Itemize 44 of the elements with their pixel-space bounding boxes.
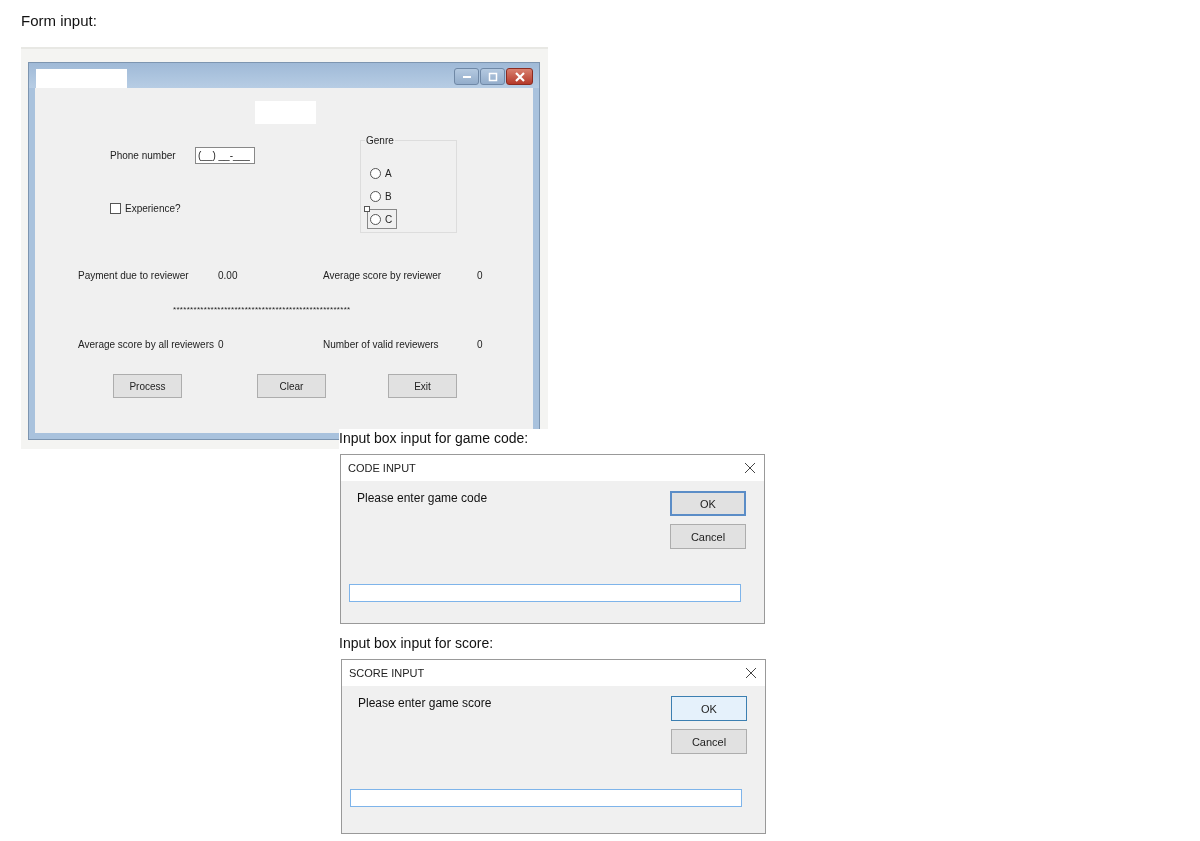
group-title: Genre <box>365 135 395 146</box>
close-icon[interactable] <box>744 462 756 474</box>
result-label: Average score by all reviewers <box>78 339 215 350</box>
result-label: Average score by reviewer <box>323 270 443 281</box>
radio-button[interactable] <box>370 191 381 202</box>
close-icon <box>514 71 525 82</box>
result-value: 0 <box>218 339 225 350</box>
form-button[interactable]: Process <box>113 374 182 398</box>
result-label: Payment due to reviewer <box>78 270 190 281</box>
ok-button[interactable]: OK <box>671 696 747 721</box>
dialog-prompt: Please enter game score <box>358 696 492 712</box>
close-button[interactable] <box>506 68 533 85</box>
dialog-title: CODE INPUT <box>348 462 416 474</box>
maximize-button[interactable] <box>480 68 505 85</box>
ok-button[interactable]: OK <box>670 491 746 516</box>
section-heading: Form input: <box>20 11 98 31</box>
close-icon[interactable] <box>745 667 757 679</box>
input-field[interactable] <box>349 584 741 602</box>
radio-label: C <box>385 214 393 225</box>
field-label: Phone number <box>110 150 177 161</box>
result-value: 0 <box>477 270 484 281</box>
dialog-title: SCORE INPUT <box>349 667 425 679</box>
radio-button[interactable] <box>370 168 381 179</box>
dialog-prompt: Please enter game code <box>357 491 488 507</box>
cancel-button[interactable]: Cancel <box>671 729 747 754</box>
checkbox[interactable] <box>110 203 121 214</box>
result-label: Number of valid reviewers <box>323 339 440 350</box>
form-button[interactable]: Clear <box>257 374 326 398</box>
form-button[interactable]: Exit <box>388 374 457 398</box>
cancel-button[interactable]: Cancel <box>670 524 746 549</box>
maximize-icon <box>487 71 498 82</box>
input-field[interactable] <box>350 789 742 807</box>
section-caption: Input box input for score: <box>339 634 495 653</box>
radio-label: B <box>385 191 392 202</box>
resize-handle[interactable] <box>364 206 370 212</box>
radio-button[interactable] <box>370 214 381 225</box>
section-caption: Input box input for game code: <box>339 429 530 448</box>
checkbox-label: Experience? <box>125 203 181 214</box>
radio-label: A <box>385 168 392 179</box>
minimize-button[interactable] <box>454 68 479 85</box>
separator-text: **************************************************** <box>173 305 352 314</box>
phone-input-field[interactable]: (__) __-___ <box>195 147 255 164</box>
result-value: 0 <box>477 339 484 350</box>
result-value: 0.00 <box>218 270 239 281</box>
